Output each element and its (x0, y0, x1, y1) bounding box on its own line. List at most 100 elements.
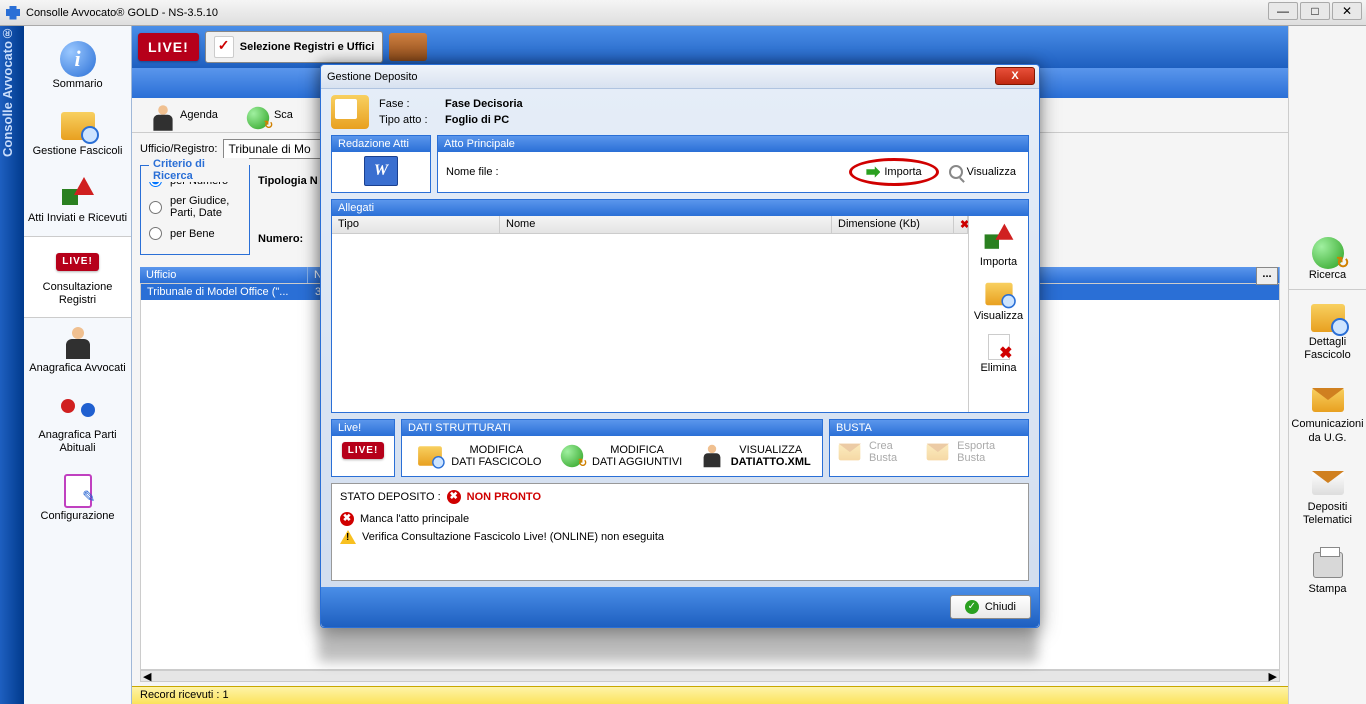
scadenze-button[interactable]: Sca (242, 102, 293, 128)
dialog-close-button[interactable]: X (995, 67, 1035, 85)
check-icon: ✓ (965, 600, 979, 614)
allegati-body[interactable] (332, 234, 968, 412)
numero-label: Numero: (258, 233, 318, 245)
busta-box: BUSTA Crea Busta Esporta Busta (829, 419, 1029, 477)
minimize-button[interactable]: — (1268, 2, 1298, 20)
chiudi-button[interactable]: ✓ Chiudi (950, 595, 1031, 619)
import-icon (984, 224, 1013, 253)
importa-highlight: Importa (849, 158, 938, 186)
calendar-icon (247, 107, 269, 129)
close-button[interactable]: ✕ (1332, 2, 1362, 20)
col-tipo[interactable]: Tipo (332, 216, 500, 233)
right-label: Dettagli Fascicolo (1289, 336, 1366, 362)
visualizza-button[interactable]: Visualizza (945, 163, 1020, 181)
ricerca-button[interactable]: Ricerca (1289, 26, 1366, 290)
window-titlebar: Consolle Avvocato® GOLD - NS-3.5.10 — □ … (0, 0, 1366, 26)
modifica-fascicolo-button[interactable]: MODIFICADATI FASCICOLO (413, 442, 541, 470)
chiudi-label: Chiudi (985, 601, 1016, 613)
person-icon (63, 327, 93, 359)
folder-search-icon (1311, 304, 1345, 332)
redazione-header: Redazione Atti (332, 136, 430, 152)
atto-header: Atto Principale (438, 136, 1028, 152)
edit-extra-icon (561, 445, 583, 467)
dialog-title: Gestione Deposito (327, 71, 418, 83)
live-badge[interactable]: LIVE! (138, 33, 199, 61)
cell-ufficio: Tribunale di Model Office ("... (141, 284, 309, 300)
books-icon[interactable] (389, 33, 427, 61)
right-label: Comunicazioni da U.G. (1289, 418, 1366, 444)
folder-icon (331, 95, 369, 129)
criterio-legend: Criterio di Ricerca (149, 158, 249, 182)
deposit-icon (1312, 471, 1344, 495)
live-box: Live! LIVE! (331, 419, 395, 477)
maximize-button[interactable]: □ (1300, 2, 1330, 20)
stato-error-1: ✖ Manca l'atto principale (340, 510, 1020, 528)
tab-selezione-registri[interactable]: Selezione Registri e Uffici (205, 31, 383, 63)
envelope-icon (1312, 388, 1344, 412)
sidebar-label: Anagrafica Parti Abituali (24, 429, 131, 455)
radio-bene[interactable]: per Bene (149, 223, 241, 244)
modifica-aggiuntivi-button[interactable]: MODIFICADATI AGGIUNTIVI (556, 440, 682, 472)
sidebar-item-gestione-fascicoli[interactable]: Gestione Fascicoli (24, 101, 131, 168)
allegati-importa-button[interactable]: Importa (969, 216, 1028, 274)
tipo-value: Foglio di PC (445, 114, 509, 126)
col-ufficio[interactable]: Ufficio (140, 267, 308, 283)
comunicazioni-button[interactable]: Comunicazioni da U.G. (1289, 372, 1366, 454)
live-badge-icon[interactable]: LIVE! (342, 442, 385, 459)
dettagli-fascicolo-button[interactable]: Dettagli Fascicolo (1289, 290, 1366, 372)
nome-file-label: Nome file : (446, 166, 516, 178)
scadenze-label: Sca (274, 109, 293, 121)
redazione-box: Redazione Atti W (331, 135, 431, 193)
crea-busta-button: Crea Busta (834, 440, 922, 464)
stato-value: NON PRONTO (467, 491, 541, 503)
dati-strutturati-box: DATI STRUTTURATI MODIFICADATI FASCICOLO … (401, 419, 823, 477)
tipo-label: Tipo atto : (379, 114, 439, 126)
tipologia-label: Tipologia N (258, 175, 318, 187)
allegati-visualizza-button[interactable]: Visualizza (969, 274, 1028, 328)
importa-button[interactable]: Importa (862, 163, 925, 181)
ufficio-field[interactable] (223, 139, 333, 159)
sidebar-item-sommario[interactable]: i Sommario (24, 34, 131, 101)
right-sidebar: Ricerca Dettagli Fascicolo Comunicazioni… (1288, 26, 1366, 704)
import-arrow-icon (866, 165, 880, 179)
visualizza-label: Visualizza (967, 166, 1016, 178)
grid-options-button[interactable]: ... (1256, 267, 1278, 285)
dialog-footer: ✓ Chiudi (321, 587, 1039, 627)
col-dim[interactable]: Dimensione (Kb) (832, 216, 954, 233)
sidebar: i Sommario Gestione Fascicoli Atti Invia… (24, 26, 132, 704)
col-delete-icon[interactable]: ✖ (954, 216, 968, 233)
dialog-header: Fase :Fase Decisoria Tipo atto :Foglio d… (321, 89, 1039, 135)
stato-label: STATO DEPOSITO : (340, 491, 441, 503)
depositi-button[interactable]: Depositi Telematici (1289, 455, 1366, 537)
status-bar: Record ricevuti : 1 (132, 686, 1288, 704)
window-title: Consolle Avvocato® GOLD - NS-3.5.10 (26, 7, 218, 19)
search-globe-icon (1312, 237, 1344, 269)
sidebar-item-atti[interactable]: Atti Inviati e Ricevuti (24, 168, 131, 235)
grid-scrollbar[interactable]: ◀▶ (140, 670, 1280, 682)
dialog-titlebar[interactable]: Gestione Deposito X (321, 65, 1039, 89)
col-nome[interactable]: Nome (500, 216, 832, 233)
folder-search-icon (61, 112, 95, 140)
allegati-side: Importa Visualizza ✖ Elimina (968, 216, 1028, 412)
sidebar-label: Consultazione Registri (24, 281, 131, 307)
sidebar-item-configurazione[interactable]: Configurazione (24, 466, 131, 533)
visualizza-xml-button[interactable]: VISUALIZZADATIATTO.XML (697, 440, 811, 472)
radio-giudice[interactable]: per Giudice, Parti, Date (149, 191, 241, 223)
view-xml-icon (701, 445, 722, 467)
agenda-button[interactable]: Agenda (148, 102, 218, 128)
sidebar-label: Configurazione (41, 510, 115, 523)
envelope-export-icon (927, 444, 949, 461)
sidebar-item-anagrafica-parti[interactable]: Anagrafica Parti Abituali (24, 385, 131, 465)
live-icon: LIVE! (56, 253, 99, 271)
people-icon (61, 395, 95, 425)
view-icon (985, 283, 1012, 305)
right-label: Depositi Telematici (1289, 501, 1366, 527)
stampa-button[interactable]: Stampa (1289, 537, 1366, 606)
sidebar-item-consultazione[interactable]: LIVE! Consultazione Registri (24, 236, 131, 318)
word-icon[interactable]: W (364, 156, 398, 186)
brand-strip: Consolle Avvocato® (0, 26, 24, 704)
allegati-elimina-button[interactable]: ✖ Elimina (969, 328, 1028, 380)
fase-label: Fase : (379, 98, 439, 110)
sidebar-item-anagrafica-avvocati[interactable]: Anagrafica Avvocati (24, 318, 131, 385)
error-icon: ✖ (447, 490, 461, 504)
